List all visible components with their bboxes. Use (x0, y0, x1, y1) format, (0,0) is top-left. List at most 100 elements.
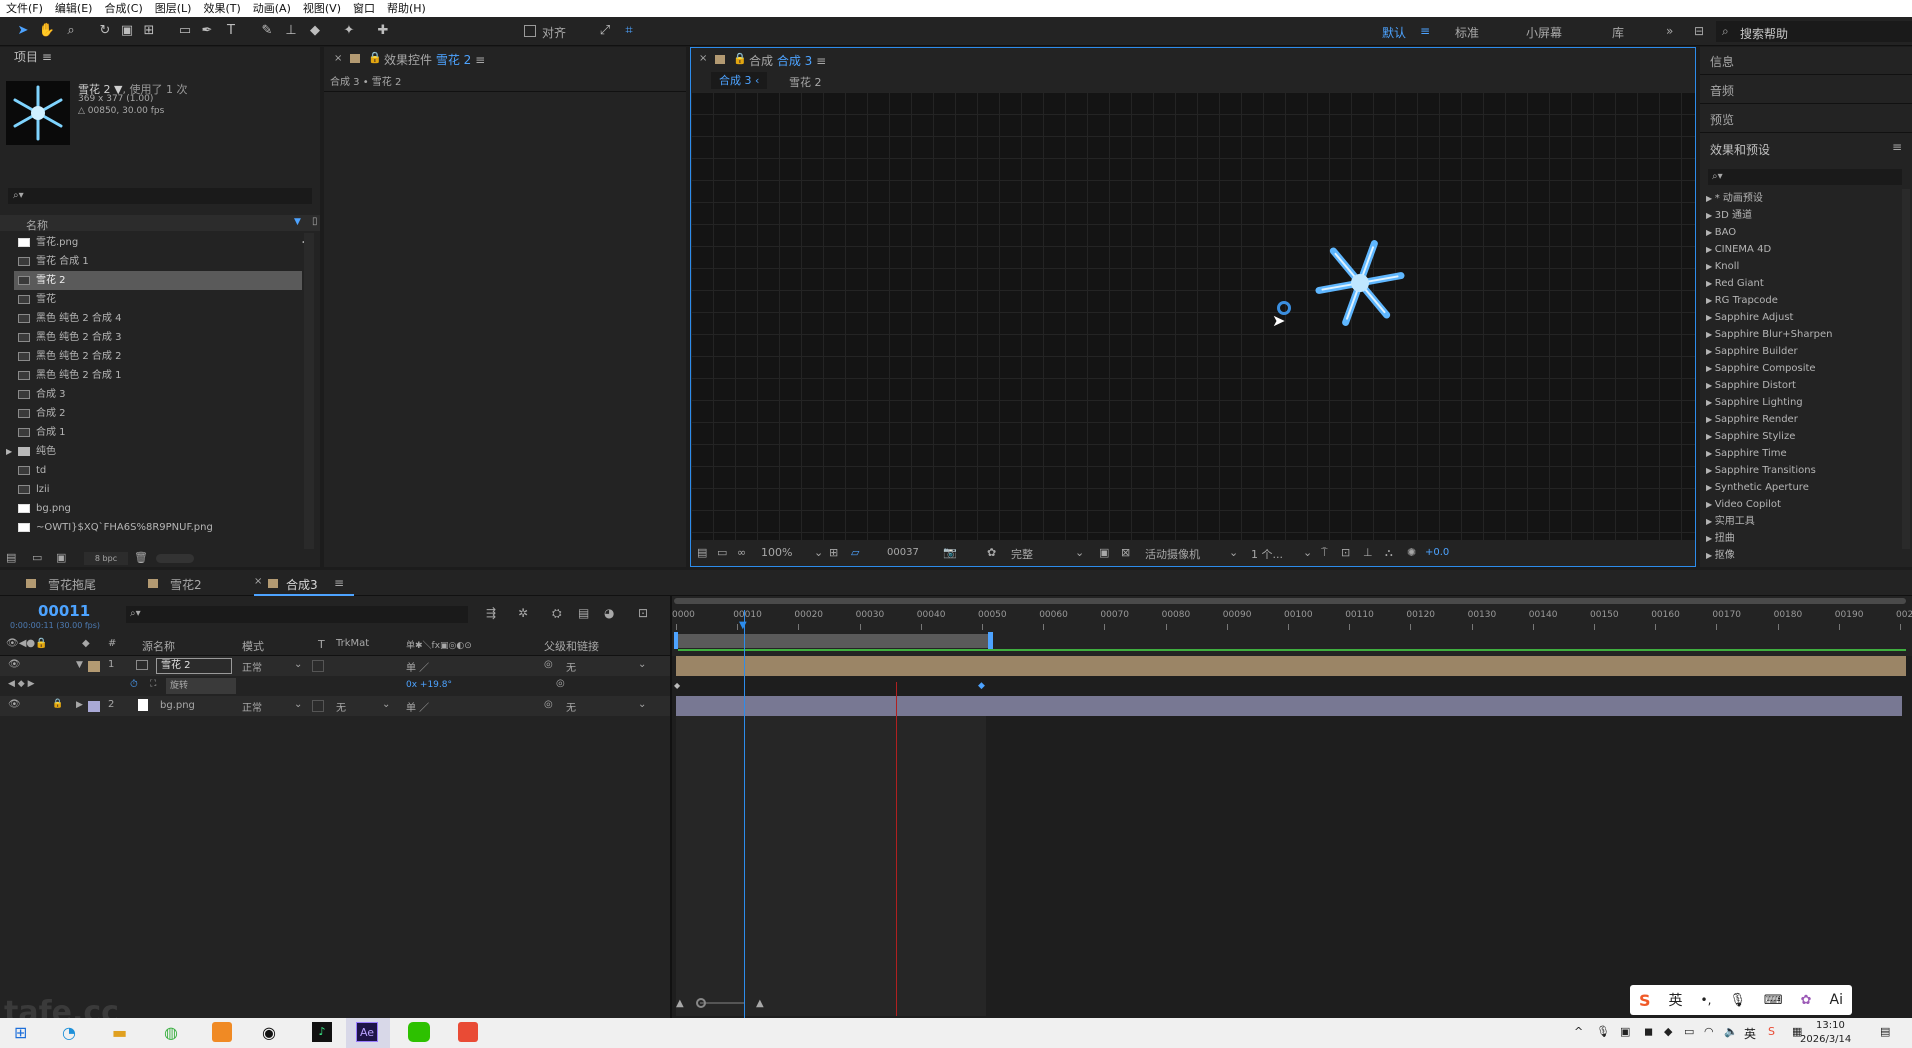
thumbnail-slider[interactable] (156, 554, 194, 563)
timeline-tab[interactable]: 雪花拖尾 (10, 570, 100, 596)
puppet-tool-icon[interactable]: ✚ (374, 22, 392, 40)
transparency-grid-icon[interactable]: ▱ (851, 546, 859, 559)
source-name-header[interactable]: 源名称 (142, 638, 175, 654)
more-workspaces-icon[interactable]: » (1666, 24, 1673, 38)
current-time-display[interactable]: 00011 (38, 602, 90, 620)
tray-chevron-up-icon[interactable]: ^ (1574, 1025, 1583, 1038)
keyframe-start-icon[interactable]: ◆ (674, 676, 680, 696)
menu-item-4[interactable]: 效果(T) (197, 0, 246, 17)
expand-chevron-right-icon[interactable]: ▶ (6, 442, 12, 461)
work-area-end-handle[interactable] (988, 632, 993, 649)
comp-mini-flowchart-icon[interactable]: ⇶ (486, 606, 496, 620)
camera-tool-icon[interactable]: ▣ (118, 22, 136, 40)
effects-category-item[interactable]: ▶ Sapphire Adjust (1706, 309, 1793, 326)
timeline-tab[interactable]: × 合成3 ≡ (254, 570, 354, 596)
layer-row-1[interactable]: 👁 ▼ 1 雪花 2 正常 ⌄ 单 ／ ◎ 无 ⌄ (0, 656, 670, 676)
layer-name-field[interactable]: 雪花 2 (156, 658, 232, 674)
info-panel-tab[interactable]: 信息 (1700, 47, 1912, 75)
new-comp-icon[interactable]: ▣ (56, 551, 66, 564)
expression-pickwhip-icon[interactable]: ◎ (556, 678, 565, 689)
project-list-item[interactable]: 黑色 纯色 2 合成 4 (18, 309, 121, 328)
lock-icon[interactable]: 🔒 (368, 51, 382, 64)
layer-switches[interactable]: 单 ／ (406, 699, 429, 714)
frame-blending-icon[interactable]: ▤ (578, 606, 589, 620)
effects-category-item[interactable]: ▶ Video Copilot (1706, 496, 1781, 513)
reset-exposure-icon[interactable]: ✺ (1407, 546, 1416, 559)
project-list-item[interactable]: 雪花.png (18, 233, 78, 252)
column-name-label[interactable]: 名称 (26, 217, 48, 233)
mode-header[interactable]: 模式 (242, 638, 264, 654)
effects-category-item[interactable]: ▶ * 动画预设 (1706, 190, 1763, 207)
expand-chevron-right-icon[interactable]: ▶ (1706, 483, 1715, 492)
effects-category-item[interactable]: ▶ Knoll (1706, 258, 1739, 275)
draft-3d-icon[interactable]: ✲ (518, 606, 528, 620)
work-area-start-handle[interactable] (674, 632, 678, 649)
close-icon[interactable]: × (699, 53, 707, 64)
t-header[interactable]: T (318, 638, 325, 651)
tray-app-icon[interactable]: ▣ (1620, 1025, 1630, 1038)
zoom-in-icon[interactable]: ▲ (756, 998, 764, 1009)
region-of-interest-icon[interactable]: ▣ (1099, 546, 1109, 559)
expand-chevron-down-icon[interactable]: ▼ (76, 660, 83, 670)
effects-category-item[interactable]: ▶ Sapphire Render (1706, 411, 1798, 428)
snapshot-camera-icon[interactable]: 📷 (943, 546, 957, 559)
interpret-footage-icon[interactable]: ▤ (6, 551, 16, 564)
timeline-toggle-icon[interactable]: ⊥ (1363, 546, 1373, 559)
file-explorer-icon[interactable]: ▬ (112, 1023, 127, 1042)
expand-chevron-right-icon[interactable]: ▶ (1706, 432, 1715, 441)
menu-item-8[interactable]: 帮助(H) (381, 0, 432, 17)
wechat-icon[interactable] (408, 1022, 430, 1042)
close-icon[interactable]: × (334, 53, 342, 64)
cti-head-icon[interactable]: ▼ (739, 620, 747, 631)
keyboard-icon[interactable]: ⌨ (1764, 993, 1783, 1008)
expand-chevron-right-icon[interactable]: ▶ (1706, 194, 1715, 203)
effects-category-item[interactable]: ▶ Sapphire Blur+Sharpen (1706, 326, 1832, 343)
layer-lock-icon[interactable]: 🔒 (52, 699, 63, 709)
zoom-dropdown[interactable]: 100% ⌄ (761, 546, 823, 559)
project-list-item[interactable]: bg.png (18, 499, 71, 518)
monitor-icon[interactable]: ▭ (717, 546, 727, 559)
shy-layers-icon[interactable]: ⛭ (552, 606, 562, 621)
ime-punctuation-icon[interactable]: •, (1700, 993, 1711, 1007)
audio-panel-tab[interactable]: 音频 (1700, 76, 1912, 104)
column-menu-icon[interactable]: ▯ (312, 216, 318, 227)
comp-crumb-2[interactable]: 雪花 2 (789, 74, 822, 90)
after-effects-icon[interactable]: Ae (356, 1022, 378, 1042)
effects-category-item[interactable]: ▶ Sapphire Lighting (1706, 394, 1803, 411)
clone-stamp-tool-icon[interactable]: ⊥ (282, 22, 300, 40)
effects-category-item[interactable]: ▶ BAO (1706, 224, 1736, 241)
expand-chevron-right-icon[interactable]: ▶ (1706, 398, 1715, 407)
pen-tool-icon[interactable]: ✒ (198, 22, 216, 40)
rotate-tool-icon[interactable]: ↻ (96, 22, 114, 40)
timeline-search-input[interactable]: ⌕▾ (126, 606, 468, 623)
eraser-tool-icon[interactable]: ◆ (306, 22, 324, 40)
project-list-item[interactable]: ~OWTI}$XQ`FHA6S%8R9PNUF.png (18, 518, 213, 537)
project-list-item[interactable]: lzii (18, 480, 50, 499)
toggle-transparency-icon[interactable]: ⊠ (1121, 546, 1130, 559)
property-value[interactable]: 0x +19.8° (406, 680, 452, 690)
snowflake-layer[interactable] (1310, 233, 1410, 333)
red-app-icon[interactable] (458, 1022, 478, 1042)
parent-dropdown[interactable]: 无 ⌄ (566, 659, 650, 674)
mask-visibility-icon[interactable]: ∞ (737, 546, 746, 559)
effects-category-item[interactable]: ▶ Sapphire Time (1706, 445, 1787, 462)
expand-chevron-right-icon[interactable]: ▶ (1706, 534, 1715, 543)
timeline-tab[interactable]: 雪花2 (132, 570, 222, 596)
delete-trash-icon[interactable]: 🗑 (134, 551, 148, 564)
always-preview-icon[interactable]: ▤ (697, 546, 707, 559)
green-app-icon[interactable]: ◍ (164, 1023, 178, 1042)
zoom-out-icon[interactable]: ▲ (676, 998, 684, 1009)
bpc-button[interactable]: 8 bpc (84, 552, 128, 565)
project-list-item[interactable]: 黑色 纯色 2 合成 1 (18, 366, 121, 385)
3d-view-icon[interactable]: ⍑ (1321, 546, 1328, 560)
windows-start-icon[interactable]: ⊞ (14, 1023, 27, 1042)
tray-mic-icon[interactable]: 🎙 (1596, 1025, 1610, 1038)
expand-chevron-right-icon[interactable]: ▶ (1706, 551, 1715, 560)
expand-chevron-right-icon[interactable]: ▶ (1706, 449, 1715, 458)
workspace-small-screen[interactable]: 小屏幕 (1526, 24, 1562, 41)
comp-panel-title[interactable]: 合成 合成 3 ≡ (749, 52, 826, 69)
roto-brush-tool-icon[interactable]: ✦ (340, 22, 358, 40)
qq-icon[interactable]: ◉ (262, 1023, 276, 1042)
expand-chevron-right-icon[interactable]: ▶ (1706, 228, 1715, 237)
ime-ai-label[interactable]: Ai (1830, 992, 1843, 1008)
